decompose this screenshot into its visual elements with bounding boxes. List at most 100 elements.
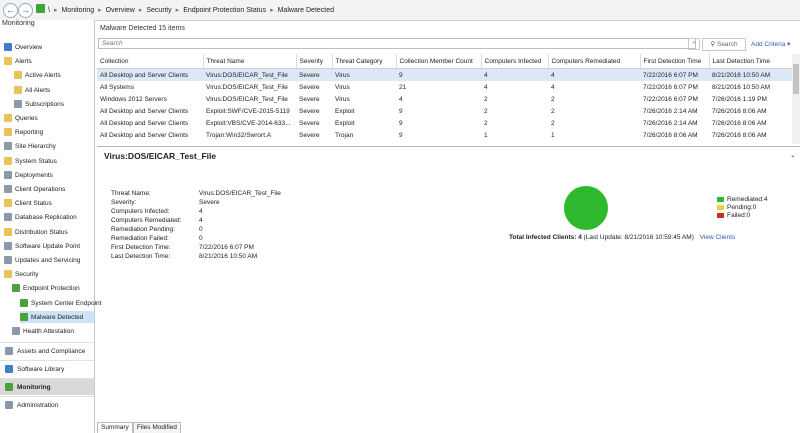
column-header[interactable]: Threat Name <box>203 54 297 69</box>
breadcrumb-item[interactable]: \ <box>48 7 50 14</box>
breadcrumb-item[interactable]: Endpoint Protection Status <box>183 7 266 14</box>
sidebar-item[interactable]: Updates and Servicing <box>4 254 94 266</box>
sidebar-item-label: Software Update Point <box>15 242 81 250</box>
scrollbar-thumb[interactable] <box>793 64 799 94</box>
sidebar-item[interactable]: Active Alerts <box>14 69 94 81</box>
tab-summary[interactable]: Summary <box>97 422 133 433</box>
sidebar-item-label: Client Operations <box>15 185 66 193</box>
table-row[interactable]: Windows 2012 Servers Virus:DOS/EICAR_Test… <box>97 93 792 105</box>
view-clients-link[interactable]: View Clients <box>700 234 736 241</box>
sidebar-item[interactable]: Database Replication <box>4 211 94 223</box>
search-button[interactable]: ⚲ Search <box>702 38 746 51</box>
chevron-down-icon[interactable]: ⌄ <box>790 151 796 159</box>
property-value: Severe <box>199 199 220 206</box>
table-cell: Virus:DOS/EICAR_Test_File <box>203 68 296 81</box>
column-header[interactable]: Computers Remediated <box>548 54 641 69</box>
sidebar-item[interactable]: Health Attestation <box>12 325 94 337</box>
table-cell: 4 <box>481 68 548 81</box>
sidebar-item[interactable]: Reporting <box>4 126 94 138</box>
property-value: 4 <box>199 217 203 224</box>
table-cell: 7/26/2016 2:14 AM <box>643 119 698 127</box>
clear-search-icon[interactable]: × <box>688 38 700 50</box>
sidebar-item[interactable]: Software Update Point <box>4 240 94 252</box>
sidebar-item[interactable]: Overview <box>4 41 94 53</box>
table-cell: 7/22/2016 6:07 PM <box>640 68 709 81</box>
table-cell: All Desktop and Server Clients <box>100 119 189 127</box>
breadcrumb-item[interactable]: Security <box>146 7 171 14</box>
table-cell: 1 <box>484 131 488 139</box>
tab-files-modified[interactable]: Files Modified <box>132 422 181 433</box>
table-cell: 8/21/2016 10:50 AM <box>712 83 771 91</box>
table-cell: Virus <box>335 83 350 91</box>
breadcrumb-item[interactable]: Overview <box>106 7 135 14</box>
breadcrumb-separator: ▸ <box>138 7 143 14</box>
shield-icon <box>20 313 28 321</box>
pane-divider[interactable] <box>97 146 800 147</box>
sidebar-item[interactable]: Site Hierarchy <box>4 140 94 152</box>
folder-icon <box>4 270 12 278</box>
table-row[interactable]: All Desktop and Server Clients Exploit:SW… <box>97 105 792 117</box>
property-key: Severity: <box>111 199 137 206</box>
workspace-monitoring[interactable]: Monitoring <box>0 378 94 395</box>
table-row[interactable]: All Desktop and Server Clients Virus:DOS/… <box>97 68 792 81</box>
table-row[interactable]: All Desktop and Server Clients Trojan:Win… <box>97 129 792 141</box>
assets-icon <box>5 347 13 355</box>
library-icon <box>5 365 13 373</box>
workspace-assets[interactable]: Assets and Compliance <box>0 342 94 359</box>
sidebar-item-label: Deployments <box>15 171 53 179</box>
sidebar-item[interactable]: All Alerts <box>14 84 94 96</box>
legend-label: Pending:0 <box>727 204 757 211</box>
table-cell: 7/26/2016 1:19 PM <box>712 95 767 103</box>
sidebar-item[interactable]: System Center Endpoint <box>20 297 101 309</box>
table-cell: 7/26/2016 8:06 AM <box>712 107 767 115</box>
sidebar-item[interactable]: Client Operations <box>4 183 94 195</box>
sidebar-item[interactable]: Subscriptions <box>14 98 94 110</box>
legend-label: Failed:0 <box>727 212 751 219</box>
workspace-software-library[interactable]: Software Library <box>0 360 94 377</box>
column-header[interactable]: Collection <box>97 54 204 69</box>
column-header[interactable]: First Detection Time <box>640 54 710 69</box>
forward-arrow-icon[interactable]: → <box>18 3 33 18</box>
column-header[interactable]: Severity <box>296 54 333 69</box>
sidebar-item-label: Security <box>15 270 39 278</box>
back-arrow-icon[interactable]: ← <box>3 3 18 18</box>
breadcrumb-separator: ▸ <box>270 7 274 14</box>
sidebar-item[interactable]: Client Status <box>4 197 94 209</box>
folder-icon <box>14 86 22 94</box>
sidebar-item-label: Subscriptions <box>25 100 65 108</box>
property-row: Computers Remediated: 4 <box>111 217 311 226</box>
breadcrumb-item[interactable]: Malware Detected <box>278 7 334 14</box>
column-header[interactable]: Computers Infected <box>481 54 549 69</box>
folder-icon <box>4 228 12 236</box>
column-header[interactable]: Last Detection Time <box>709 54 793 69</box>
table-cell: All Desktop and Server Clients <box>100 107 189 115</box>
column-header[interactable]: Collection Member Count <box>396 54 482 69</box>
sidebar-item-label: Queries <box>15 114 38 122</box>
property-key: Computers Remediated: <box>111 217 182 224</box>
sidebar-item[interactable]: Queries <box>4 112 94 124</box>
admin-icon <box>5 401 13 409</box>
workspace-administration[interactable]: Administration <box>0 396 94 413</box>
sidebar-item[interactable]: Security <box>4 268 94 280</box>
property-key: Remediation Pending: <box>111 226 175 233</box>
sidebar-item[interactable]: Endpoint Protection <box>12 282 94 294</box>
add-criteria-link[interactable]: Add Criteria ▾ <box>751 40 790 48</box>
sidebar-item-label: Endpoint Protection <box>23 284 80 292</box>
sidebar-item[interactable]: Distribution Status <box>4 226 94 238</box>
legend-swatch <box>717 213 724 218</box>
sidebar-item[interactable]: Alerts <box>4 55 94 67</box>
table-cell: 4 <box>399 95 403 103</box>
property-value: 8/21/2016 10:50 AM <box>199 253 258 260</box>
breadcrumb-item[interactable]: Monitoring <box>61 7 94 14</box>
table-cell: 7/22/2016 6:07 PM <box>643 95 698 103</box>
property-row: Last Detection Time: 8/21/2016 10:50 AM <box>111 253 311 262</box>
folder-icon <box>4 114 12 122</box>
table-row[interactable]: All Systems Virus:DOS/EICAR_Test_File Seve… <box>97 81 792 93</box>
search-input[interactable] <box>98 38 696 49</box>
sidebar-item[interactable]: Deployments <box>4 169 94 181</box>
table-row[interactable]: All Desktop and Server Clients Exploit:VB… <box>97 117 792 129</box>
column-header[interactable]: Threat Category <box>332 54 397 69</box>
sidebar-item[interactable]: System Status <box>4 155 94 167</box>
sidebar-item[interactable]: Malware Detected <box>20 311 94 323</box>
table-cell: Severe <box>299 131 320 139</box>
